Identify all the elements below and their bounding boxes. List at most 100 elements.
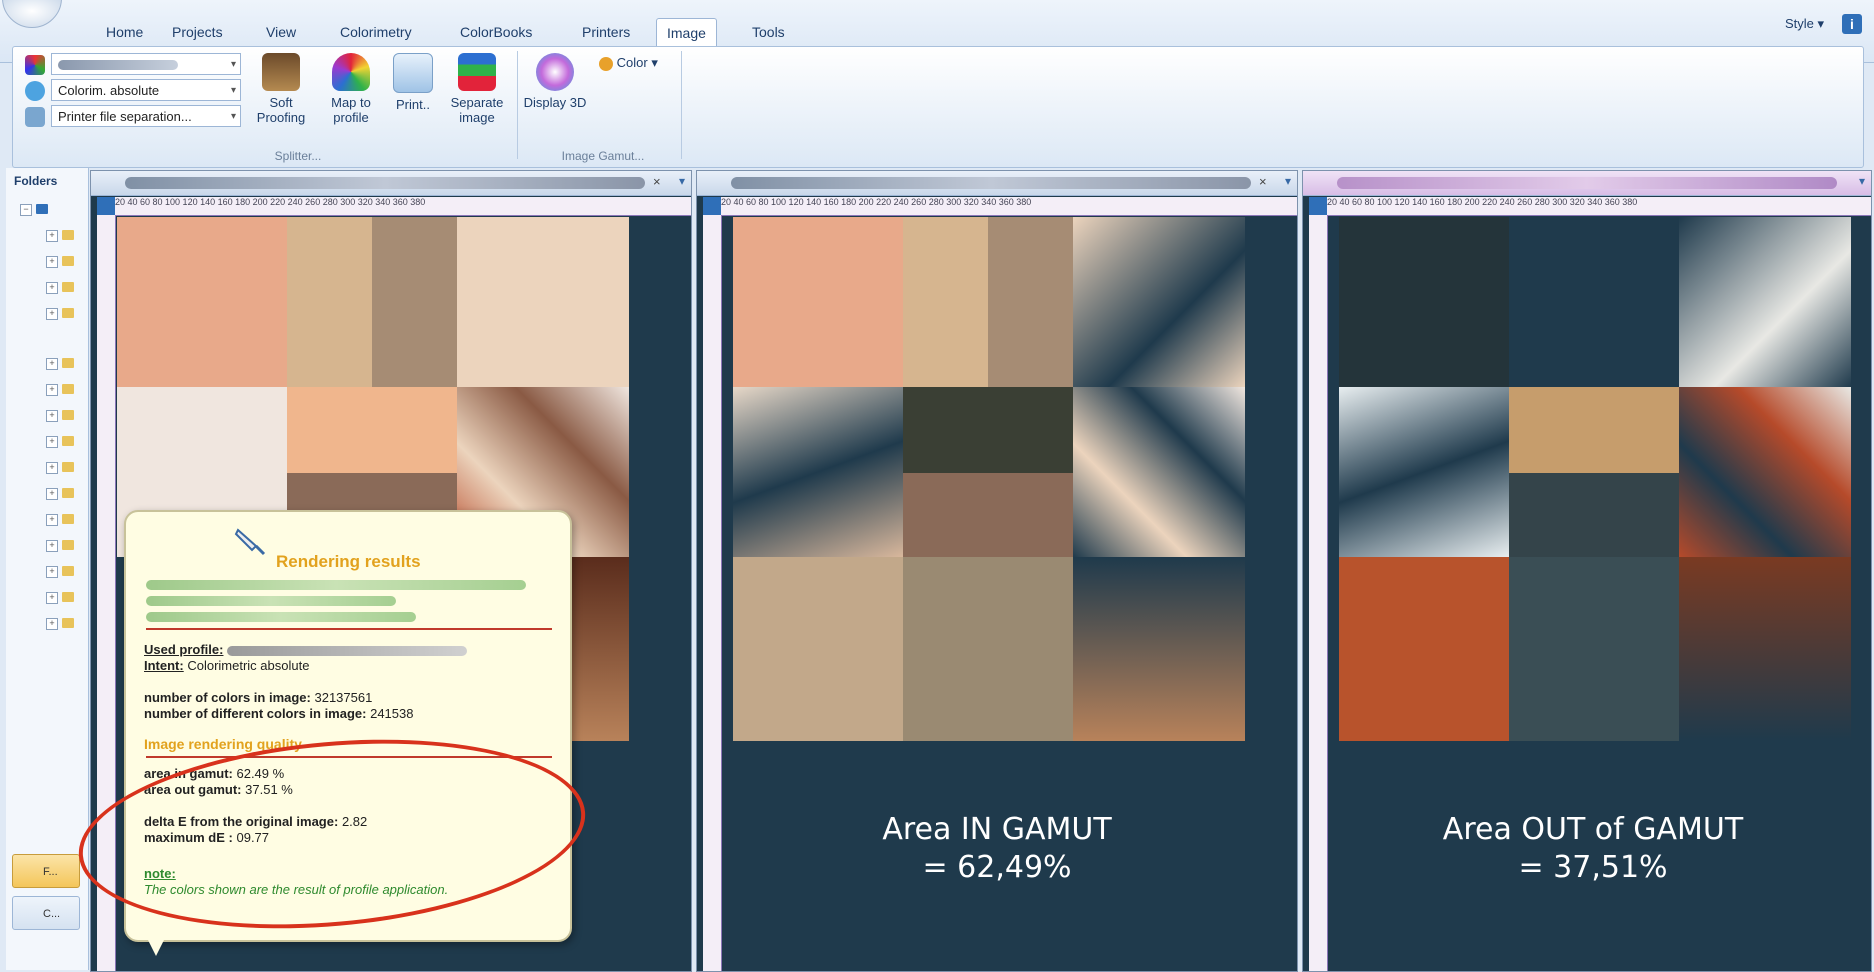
redacted-text bbox=[146, 612, 416, 622]
printer-icon bbox=[393, 53, 433, 93]
tree-node[interactable]: + bbox=[46, 462, 86, 476]
tree-node[interactable]: + bbox=[46, 540, 86, 554]
print-label: Print.. bbox=[396, 97, 430, 112]
tree-node[interactable]: + bbox=[46, 308, 86, 322]
tab-image[interactable]: Image bbox=[656, 18, 717, 47]
chevron-down-icon[interactable]: ▾ bbox=[1859, 174, 1865, 188]
document-tab-title bbox=[1337, 177, 1837, 189]
num-diff-value: 241538 bbox=[370, 706, 414, 721]
layers-icon bbox=[458, 53, 496, 91]
close-icon[interactable]: × bbox=[1259, 174, 1267, 189]
profile-combo[interactable]: ▾ bbox=[51, 53, 241, 75]
tree-node[interactable]: + bbox=[46, 256, 86, 270]
num-diff-colors-line: number of different colors in image: 241… bbox=[144, 706, 413, 721]
printer-separation-combo[interactable]: Printer file separation... ▾ bbox=[51, 105, 241, 127]
color-profile-icon bbox=[25, 55, 45, 75]
document-tab[interactable]: × ▾ bbox=[91, 171, 691, 196]
help-icon[interactable]: i bbox=[1842, 14, 1862, 34]
tab-colorimetry[interactable]: Colorimetry bbox=[330, 18, 422, 46]
image-panel-in-gamut: × ▾ 20 40 60 80 100 120 140 160 180 200 … bbox=[696, 170, 1298, 972]
ribbon-tabs: Home Projects View Colorimetry ColorBook… bbox=[0, 10, 1874, 48]
separate-image-label: Separate image bbox=[450, 95, 504, 125]
intent-line: Intent: Colorimetric absolute bbox=[144, 658, 309, 673]
tab-projects[interactable]: Projects bbox=[162, 18, 233, 46]
used-profile-line: Used profile: bbox=[144, 642, 468, 657]
tree-node[interactable]: + bbox=[46, 230, 86, 244]
group-separator bbox=[517, 51, 518, 159]
vertical-ruler bbox=[1309, 215, 1328, 971]
print-button[interactable]: Print.. bbox=[381, 53, 445, 137]
display-3d-button[interactable]: Display 3D bbox=[523, 53, 587, 137]
ruler-corner bbox=[97, 197, 115, 215]
map-to-profile-button[interactable]: Map to profile bbox=[319, 53, 383, 137]
tree-node[interactable]: + bbox=[46, 488, 86, 502]
intent-label: Intent: bbox=[144, 658, 184, 673]
tree-node[interactable]: + bbox=[46, 618, 86, 632]
num-colors-value: 32137561 bbox=[314, 690, 373, 705]
close-icon[interactable]: × bbox=[653, 174, 661, 189]
chevron-down-icon[interactable]: ▾ bbox=[1285, 174, 1291, 188]
tree-node[interactable]: + bbox=[46, 592, 86, 606]
tree-root[interactable]: − bbox=[20, 204, 60, 218]
tree-node[interactable]: + bbox=[46, 282, 86, 296]
tree-node[interactable]: + bbox=[46, 358, 86, 372]
divider bbox=[146, 628, 552, 630]
chevron-down-icon[interactable]: ▾ bbox=[679, 174, 685, 188]
vertical-ruler bbox=[703, 215, 722, 971]
tree-node[interactable]: + bbox=[46, 514, 86, 528]
tab-colorbooks[interactable]: ColorBooks bbox=[450, 18, 542, 46]
style-label: Style bbox=[1784, 16, 1814, 31]
tree-node[interactable]: + bbox=[46, 436, 86, 450]
tree-node[interactable]: + bbox=[46, 410, 86, 424]
tree-node[interactable]: + bbox=[46, 384, 86, 398]
horizontal-ruler: 20 40 60 80 100 120 140 160 180 200 220 … bbox=[721, 197, 1297, 216]
popup-title: Rendering results bbox=[276, 552, 421, 571]
tab-tools[interactable]: Tools bbox=[742, 18, 795, 46]
catalog-nav-button[interactable]: C... bbox=[12, 896, 80, 930]
num-colors-line: number of colors in image: 32137561 bbox=[144, 690, 372, 705]
map-to-profile-label: Map to profile bbox=[331, 95, 371, 125]
folders-nav-button[interactable]: F... bbox=[12, 854, 80, 888]
folders-title: Folders bbox=[14, 174, 58, 188]
tab-view[interactable]: View bbox=[256, 18, 306, 46]
intent-value: Colorimetric absolute bbox=[187, 658, 310, 673]
intent-combo-value: Colorim. absolute bbox=[58, 83, 160, 98]
palette-icon bbox=[599, 56, 613, 71]
folders-pane: Folders − + + + + + + + + + + + + + + + … bbox=[6, 168, 89, 970]
brush-icon bbox=[234, 526, 268, 556]
printer-separation-value: Printer file separation... bbox=[58, 109, 192, 124]
redacted-text bbox=[146, 596, 396, 606]
tab-home[interactable]: Home bbox=[96, 18, 153, 46]
in-gamut-caption-title: Area IN GAMUT bbox=[882, 812, 1112, 847]
document-tab[interactable]: × ▾ bbox=[697, 171, 1297, 196]
tree-node[interactable]: + bbox=[46, 566, 86, 580]
intent-combo[interactable]: Colorim. absolute ▾ bbox=[51, 79, 241, 101]
popup-pointer bbox=[146, 936, 166, 956]
soft-proofing-button[interactable]: Soft Proofing bbox=[249, 53, 313, 137]
in-gamut-image bbox=[733, 217, 1245, 741]
printer-separation-icon bbox=[25, 107, 45, 127]
redacted-text bbox=[227, 645, 468, 656]
redacted-text bbox=[146, 580, 526, 590]
group-separator bbox=[681, 51, 682, 159]
style-menu[interactable]: Style ▾ bbox=[1785, 16, 1824, 32]
horizontal-ruler: 20 40 60 80 100 120 140 160 180 200 220 … bbox=[1327, 197, 1871, 216]
gamut-shape-icon bbox=[332, 53, 370, 91]
sphere-3d-icon bbox=[536, 53, 574, 91]
group-image-gamut-label: Image Gamut... bbox=[561, 149, 645, 163]
intent-icon bbox=[25, 81, 45, 101]
in-gamut-caption: Area IN GAMUT = 62,49% bbox=[777, 811, 1217, 887]
document-tab[interactable]: ▾ bbox=[1303, 171, 1871, 196]
separate-image-button[interactable]: Separate image bbox=[445, 53, 509, 137]
out-gamut-image bbox=[1339, 217, 1851, 741]
tab-printers[interactable]: Printers bbox=[572, 18, 640, 46]
in-gamut-caption-value: = 62,49% bbox=[922, 850, 1072, 885]
image-panel-out-gamut: ▾ 20 40 60 80 100 120 140 160 180 200 22… bbox=[1302, 170, 1872, 972]
ribbon-panel: ▾ Colorim. absolute ▾ Printer file separa… bbox=[12, 46, 1864, 168]
group-splitter-label: Splitter... bbox=[274, 149, 322, 163]
out-gamut-caption: Area OUT of GAMUT = 37,51% bbox=[1363, 811, 1823, 887]
folders-nav-label: F... bbox=[43, 866, 58, 878]
color-dropdown-button[interactable]: Color ▾ bbox=[599, 55, 658, 71]
out-gamut-caption-value: = 37,51% bbox=[1518, 850, 1668, 885]
document-tab-title bbox=[125, 177, 645, 189]
